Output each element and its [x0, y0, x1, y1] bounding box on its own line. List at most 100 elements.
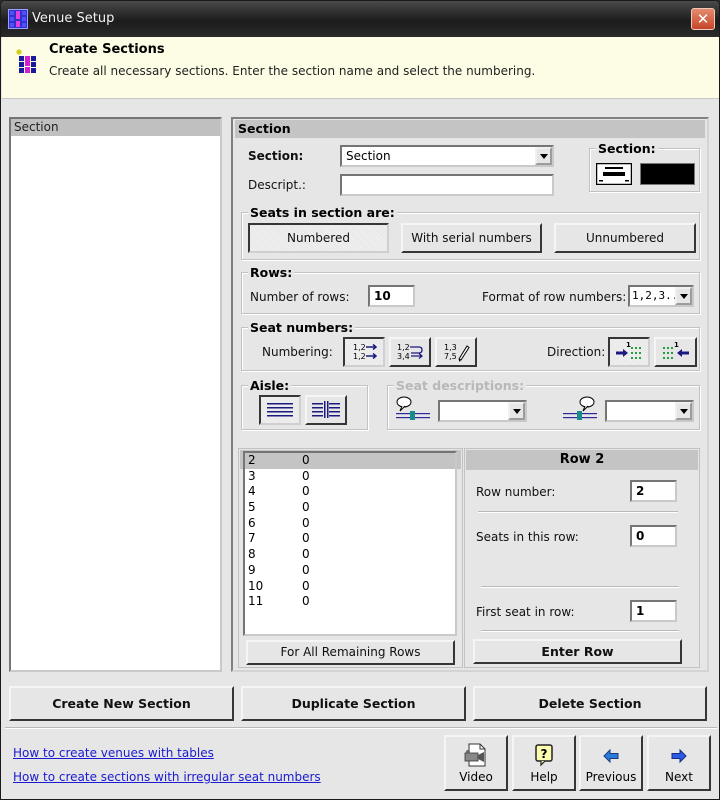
- row-number-input[interactable]: 2: [630, 480, 677, 502]
- number-of-rows-label: Number of rows:: [250, 290, 350, 304]
- table-row[interactable]: 30: [245, 469, 455, 485]
- numbering-label: Numbering:: [262, 345, 333, 359]
- seats-cell: 0: [302, 453, 310, 467]
- table-row[interactable]: 90: [245, 563, 455, 579]
- window-title: Venue Setup: [32, 11, 115, 26]
- table-row[interactable]: 50: [245, 500, 455, 516]
- aisle-title: Aisle:: [248, 378, 292, 393]
- custom-numbering-icon: 1,3 7,5: [444, 343, 470, 362]
- close-button[interactable]: ✕: [691, 8, 715, 30]
- previous-label: Previous: [585, 770, 637, 784]
- no-aisle-icon: [267, 403, 293, 417]
- seats-in-row-value: 0: [636, 529, 645, 543]
- descript-label: Descript.:: [248, 178, 306, 192]
- row-list[interactable]: 2 0 3 0 4 0 5 0 6 0 7 0 8 0 9 0 10 0 11 0: [243, 451, 457, 636]
- row-format-value: 1,2,3..: [632, 289, 679, 302]
- table-row[interactable]: 70: [245, 531, 455, 547]
- custom-numbering-button[interactable]: 1,3 7,5: [435, 337, 477, 367]
- venue-setup-window: Venue Setup ✕ Create Sections Create all…: [0, 0, 720, 800]
- table-row[interactable]: 80: [245, 547, 455, 563]
- serpentine-numbering-button[interactable]: 1,2 3,4: [389, 337, 431, 367]
- row-number-cell: 3: [248, 468, 256, 483]
- seats-type-group: Seats in section are: Numbered With seri…: [241, 205, 700, 260]
- seats-in-row-input[interactable]: 0: [630, 525, 677, 547]
- irregular-seat-numbers-link[interactable]: How to create sections with irregular se…: [13, 770, 321, 784]
- center-aisle-icon: [312, 401, 340, 418]
- help-icon: ?: [535, 744, 553, 767]
- row-number-cell: 9: [248, 562, 256, 577]
- direction-right-to-left-button[interactable]: 1: [654, 337, 697, 367]
- numbered-button[interactable]: Numbered: [248, 223, 389, 253]
- svg-text:1,2: 1,2: [397, 343, 410, 352]
- row-number-value: 2: [636, 484, 645, 498]
- left-seat-description-icon: [396, 396, 430, 420]
- section-select[interactable]: Section: [340, 145, 554, 167]
- section-list-header[interactable]: Section: [11, 119, 220, 136]
- table-row[interactable]: 10 0: [245, 579, 455, 595]
- row-number-cell: 10: [248, 578, 264, 593]
- seats-type-title: Seats in section are:: [248, 205, 397, 220]
- create-new-section-button[interactable]: Create New Section: [9, 686, 234, 721]
- no-aisle-button[interactable]: [259, 395, 301, 425]
- svg-text:7,5: 7,5: [444, 352, 457, 361]
- row-number-cell: 8: [248, 547, 256, 562]
- seats-cell: 0: [302, 594, 310, 609]
- seats-cell: 0: [302, 578, 310, 593]
- table-row[interactable]: 40: [245, 484, 455, 500]
- next-button[interactable]: Next: [647, 735, 711, 791]
- table-row[interactable]: 20: [245, 453, 455, 469]
- chevron-down-icon[interactable]: [508, 402, 525, 420]
- create-sections-icon: [16, 49, 36, 73]
- right-seat-description-icon: [563, 396, 597, 420]
- first-seat-value: 1: [636, 604, 645, 618]
- svg-text:1: 1: [674, 341, 679, 349]
- section-list[interactable]: Section: [9, 117, 222, 672]
- center-aisle-button[interactable]: [305, 395, 347, 425]
- seats-cell: 0: [302, 468, 310, 483]
- close-icon: ✕: [696, 10, 710, 28]
- previous-button[interactable]: Previous: [579, 735, 643, 791]
- for-all-remaining-rows-button[interactable]: For All Remaining Rows: [246, 640, 455, 665]
- banner-description: Create all necessary sections. Enter the…: [49, 64, 536, 78]
- number-of-rows-input[interactable]: 10: [368, 285, 415, 307]
- chevron-down-icon[interactable]: [675, 287, 692, 305]
- video-button[interactable]: Video: [444, 735, 508, 791]
- duplicate-section-button[interactable]: Duplicate Section: [241, 686, 466, 721]
- delete-section-button[interactable]: Delete Section: [473, 686, 707, 721]
- row-format-select[interactable]: 1,2,3..: [628, 285, 694, 307]
- row-number-cell: 2: [248, 453, 256, 467]
- seats-cell: 0: [302, 547, 310, 562]
- left-seat-description-select[interactable]: [438, 400, 527, 422]
- direction-label: Direction:: [547, 345, 606, 359]
- rows-title: Rows:: [248, 265, 295, 280]
- venues-with-tables-link[interactable]: How to create venues with tables: [13, 746, 214, 760]
- row-format-label: Format of row numbers:: [482, 290, 627, 304]
- section-color-fill: [641, 164, 694, 184]
- help-button[interactable]: ? Help: [512, 735, 576, 791]
- right-seat-description-select[interactable]: [605, 400, 694, 422]
- svg-text:1,2: 1,2: [353, 352, 366, 361]
- table-row[interactable]: 60: [245, 516, 455, 532]
- direction-left-to-right-button[interactable]: 1: [608, 337, 650, 367]
- chevron-down-icon[interactable]: [535, 147, 552, 165]
- next-label: Next: [665, 770, 693, 784]
- section-panel: Section Section: Section Descript.: Sect…: [231, 117, 709, 672]
- arrow-left-icon: [603, 748, 619, 764]
- unnumbered-button[interactable]: Unnumbered: [554, 223, 696, 253]
- svg-text:1: 1: [626, 341, 631, 349]
- serial-numbers-button[interactable]: With serial numbers: [401, 223, 542, 253]
- table-row[interactable]: 11 0: [245, 594, 455, 610]
- seats-in-row-label: Seats in this row:: [476, 530, 579, 544]
- seat-descriptions-group: Seat descriptions:: [387, 378, 700, 430]
- enter-row-button[interactable]: Enter Row: [473, 639, 682, 664]
- arrow-right-icon: [671, 748, 687, 764]
- separator: [478, 511, 678, 513]
- sequential-numbering-button[interactable]: 1,2 1,2: [343, 337, 385, 367]
- row-detail-frame: Row 2 Row number: 2 Seats in this row: 0…: [464, 448, 700, 668]
- row-number-cell: 4: [248, 484, 256, 499]
- section-color-swatch[interactable]: [640, 163, 695, 185]
- description-input[interactable]: [340, 174, 554, 196]
- first-seat-input[interactable]: 1: [630, 600, 677, 622]
- chevron-down-icon[interactable]: [675, 402, 692, 420]
- section-label-position-icon[interactable]: [596, 163, 632, 185]
